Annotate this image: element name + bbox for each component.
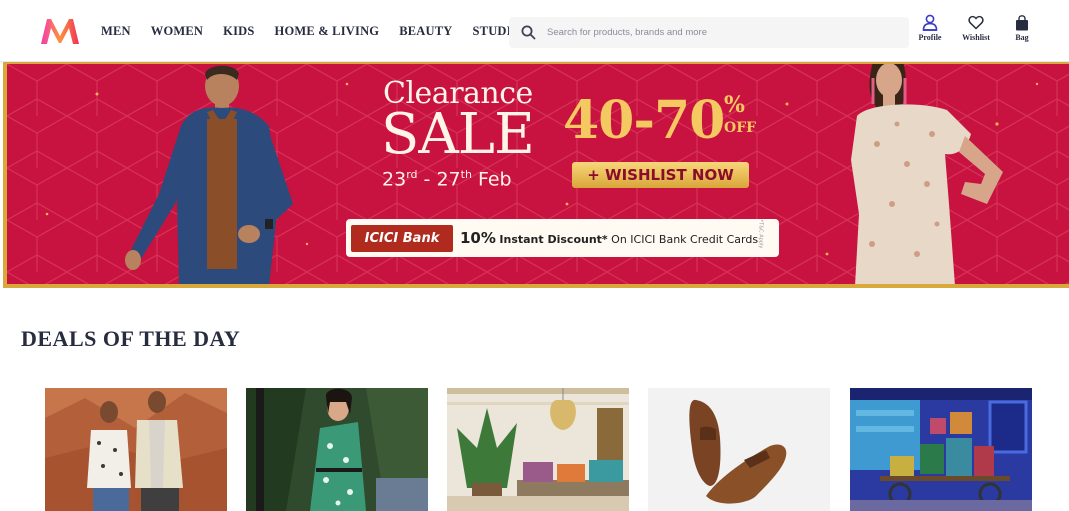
deal-image-women-dress (246, 388, 428, 511)
profile-label: Profile (918, 33, 942, 42)
date-start-suffix: rd (406, 168, 418, 181)
bag-label: Bag (1015, 33, 1029, 42)
deals-of-the-day-heading: DEALS OF THE DAY (21, 326, 241, 351)
female-model-image (851, 64, 1003, 284)
search-icon[interactable] (513, 17, 543, 48)
date-start: 23 (382, 168, 407, 191)
search-bar (509, 17, 909, 48)
deal-card-2[interactable] (246, 388, 428, 511)
banner-title-sale: SALE (381, 102, 535, 167)
date-separator: - (417, 168, 437, 191)
tnc-note: *T&C Apply (757, 219, 764, 249)
discount-off: % (724, 92, 745, 118)
nav-home-living[interactable]: HOME & LIVING (275, 24, 380, 39)
nav-men[interactable]: MEN (101, 24, 131, 39)
percent-sign: % (724, 92, 745, 118)
bag-icon (1013, 14, 1031, 31)
wishlist-label: Wishlist (962, 33, 990, 42)
clearance-sale-banner[interactable]: Clearance SALE 23rd - 27th Feb 40-70 % O… (3, 62, 1069, 288)
bank-offer-rest: On ICICI Bank Credit Cards (607, 233, 759, 246)
profile-button[interactable]: Profile (907, 14, 953, 42)
bank-offer-strip[interactable]: ICICI Bank 10% Instant Discount* On ICIC… (346, 219, 779, 257)
sale-dates: 23rd - 27th Feb (382, 168, 512, 190)
bank-offer-label: Instant Discount* (499, 233, 608, 246)
deal-image-travel-bags (850, 388, 1032, 511)
date-month: Feb (471, 168, 512, 191)
bank-offer-percent: 10% (460, 229, 496, 247)
deal-image-shoes (648, 388, 830, 511)
bag-button[interactable]: Bag (999, 14, 1045, 42)
deal-card-5[interactable] (850, 388, 1032, 511)
male-model-image (125, 65, 293, 284)
deal-card-4[interactable] (648, 388, 830, 511)
deal-card-1[interactable] (45, 388, 227, 511)
myntra-logo[interactable] (38, 16, 82, 47)
off-label: OFF (724, 120, 757, 136)
discount-value: 40-70 (563, 90, 725, 151)
wishlist-button[interactable]: Wishlist (953, 14, 999, 42)
profile-icon (921, 14, 939, 31)
header-actions: Profile Wishlist Bag (907, 14, 1045, 42)
date-end: 27 (436, 168, 461, 191)
nav-women[interactable]: WOMEN (151, 24, 203, 39)
nav-kids[interactable]: KIDS (223, 24, 254, 39)
deal-card-3[interactable] (447, 388, 629, 511)
heart-icon (967, 14, 985, 31)
deal-image-men-fashion (45, 388, 227, 511)
wishlist-now-button[interactable]: + WISHLIST NOW (572, 162, 749, 188)
search-input[interactable] (547, 27, 887, 38)
top-header: MEN WOMEN KIDS HOME & LIVING BEAUTY STUD… (0, 0, 1069, 62)
date-end-suffix: th (460, 168, 472, 181)
main-nav: MEN WOMEN KIDS HOME & LIVING BEAUTY STUD… (101, 24, 522, 39)
icici-bank-logo: ICICI Bank (351, 224, 453, 252)
nav-beauty[interactable]: BEAUTY (399, 24, 452, 39)
discount-range: 40-70 (563, 90, 725, 151)
deal-image-home-living (447, 388, 629, 511)
bank-offer-text: 10% Instant Discount* On ICICI Bank Cred… (460, 229, 758, 247)
